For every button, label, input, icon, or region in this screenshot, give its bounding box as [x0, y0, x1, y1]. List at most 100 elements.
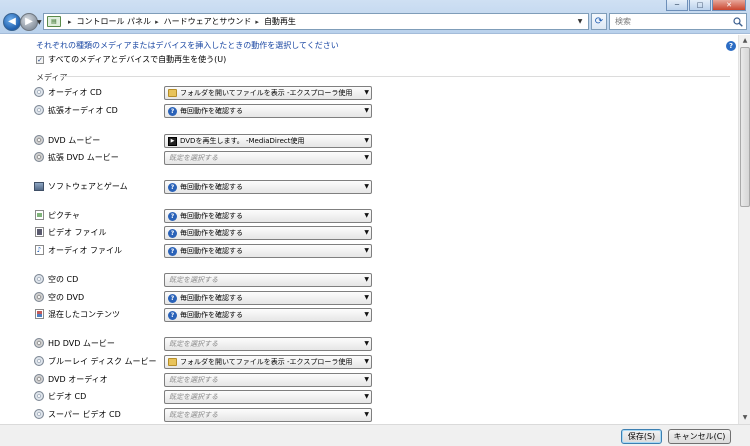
chevron-down-icon[interactable]: ▼: [364, 135, 369, 147]
breadcrumb-separator-icon[interactable]: ▸: [68, 18, 72, 26]
media-label-text: ピクチャ: [48, 210, 80, 220]
ask-every-time-icon: ?: [168, 293, 177, 303]
media-label-enhanced-audio-cd: 拡張オーディオ CD: [34, 104, 118, 116]
scroll-up-icon[interactable]: ▲: [739, 35, 750, 47]
action-dropdown-audio-cd[interactable]: フォルダを開いてファイルを表示 -エクスプローラ使用 ▼: [164, 86, 372, 100]
ask-every-time-icon: ?: [168, 310, 177, 320]
media-label-blank-cd: 空の CD: [34, 273, 78, 285]
action-dropdown-dvd-movie[interactable]: ▶ DVDを再生します。 -MediaDirect使用 ▼: [164, 134, 372, 148]
minimize-button[interactable]: ─: [666, 0, 688, 11]
media-label-bluray-movie: ブルーレイ ディスク ムービー: [34, 355, 157, 367]
dropdown-value: 既定を選択する: [169, 154, 218, 162]
chevron-down-icon[interactable]: ▼: [364, 227, 369, 239]
folder-icon: [168, 358, 177, 367]
use-autoplay-all-checkbox[interactable]: ✓ すべてのメディアとデバイスで自動再生を使う(U): [36, 54, 226, 65]
media-label-blank-dvd: 空の DVD: [34, 291, 84, 303]
action-dropdown-software-games[interactable]: ? 毎回動作を確認する ▼: [164, 180, 372, 194]
chevron-down-icon[interactable]: ▼: [364, 309, 369, 321]
navigation-bar: ─ □ ✕ ◀ ▶ ▼ ▤ ▸ コントロール パネル ▸ ハードウェアとサウンド…: [0, 0, 750, 34]
chevron-down-icon[interactable]: ▼: [364, 245, 369, 257]
help-icon[interactable]: ?: [726, 41, 736, 51]
ask-every-time-icon: ?: [168, 246, 177, 256]
cancel-button[interactable]: キャンセル(C): [668, 429, 731, 444]
dropdown-value: 既定を選択する: [169, 411, 218, 419]
breadcrumb-item-autoplay[interactable]: 自動再生: [264, 16, 296, 27]
chevron-down-icon[interactable]: ▼: [364, 356, 369, 368]
address-bar[interactable]: ▤ ▸ コントロール パネル ▸ ハードウェアとサウンド ▸ 自動再生 ▼: [43, 13, 589, 30]
media-label-text: 拡張 DVD ムービー: [48, 152, 119, 162]
forward-button[interactable]: ▶: [20, 13, 38, 31]
back-button[interactable]: ◀: [3, 13, 21, 31]
search-icon[interactable]: [733, 17, 743, 27]
dropdown-value: 毎回動作を確認する: [180, 311, 243, 319]
arrow-left-icon: ◀: [8, 16, 16, 27]
dropdown-value: 毎回動作を確認する: [180, 212, 243, 220]
breadcrumb-separator-icon[interactable]: ▸: [255, 18, 259, 26]
chevron-down-icon[interactable]: ▼: [364, 87, 369, 99]
chevron-down-icon[interactable]: ▼: [364, 274, 369, 286]
chevron-down-icon[interactable]: ▼: [364, 338, 369, 350]
scroll-thumb[interactable]: [740, 47, 750, 207]
media-label-text: ビデオ ファイル: [48, 227, 107, 237]
action-dropdown-pictures[interactable]: ? 毎回動作を確認する ▼: [164, 209, 372, 223]
vertical-scrollbar[interactable]: ▲ ▼: [738, 35, 750, 424]
action-dropdown-mixed-content[interactable]: ? 毎回動作を確認する ▼: [164, 308, 372, 322]
dropdown-value: 既定を選択する: [169, 340, 218, 348]
audio-file-icon: ♪: [34, 245, 44, 255]
media-label-audio-cd: オーディオ CD: [34, 86, 102, 98]
media-label-pictures: ピクチャ: [34, 209, 80, 221]
action-dropdown-enhanced-audio-cd[interactable]: ? 毎回動作を確認する ▼: [164, 104, 372, 118]
action-dropdown-audio-files[interactable]: ? 毎回動作を確認する ▼: [164, 244, 372, 258]
chevron-down-icon[interactable]: ▼: [364, 210, 369, 222]
dvd-icon: [34, 292, 44, 302]
disc-icon: [34, 356, 44, 366]
action-dropdown-video-files[interactable]: ? 毎回動作を確認する ▼: [164, 226, 372, 240]
recent-pages-dropdown[interactable]: ▼: [37, 19, 42, 26]
action-dropdown-enhanced-dvd-movie[interactable]: 既定を選択する ▼: [164, 151, 372, 165]
dvd-icon: [34, 374, 44, 384]
chevron-down-icon[interactable]: ▼: [364, 181, 369, 193]
maximize-button[interactable]: □: [689, 0, 711, 11]
chevron-down-icon[interactable]: ▼: [364, 391, 369, 403]
action-dropdown-super-video-cd[interactable]: 既定を選択する ▼: [164, 408, 372, 422]
chevron-down-icon[interactable]: ▼: [364, 409, 369, 421]
dialog-footer: 保存(S) キャンセル(C): [0, 424, 750, 446]
action-dropdown-blank-dvd[interactable]: ? 毎回動作を確認する ▼: [164, 291, 372, 305]
refresh-icon: ⟳: [594, 16, 604, 27]
disc-icon: [34, 409, 44, 419]
breadcrumb-item-hardware-sound[interactable]: ハードウェアとサウンド: [164, 16, 252, 27]
media-label-audio-files: ♪ オーディオ ファイル: [34, 244, 122, 256]
chevron-down-icon[interactable]: ▼: [572, 14, 588, 29]
media-label-mixed-content: 混在したコンテンツ: [34, 308, 120, 320]
action-dropdown-video-cd[interactable]: 既定を選択する ▼: [164, 390, 372, 404]
breadcrumb-separator-icon[interactable]: ▸: [155, 18, 159, 26]
save-button[interactable]: 保存(S): [621, 429, 662, 444]
refresh-button[interactable]: ⟳: [591, 13, 607, 30]
dropdown-value: 毎回動作を確認する: [180, 247, 243, 255]
breadcrumb-item-control-panel[interactable]: コントロール パネル: [77, 16, 152, 27]
action-dropdown-dvd-audio[interactable]: 既定を選択する ▼: [164, 373, 372, 387]
window-controls: ─ □ ✕: [666, 0, 746, 11]
chevron-down-icon[interactable]: ▼: [364, 152, 369, 164]
ask-every-time-icon: ?: [168, 211, 177, 221]
action-dropdown-bluray-movie[interactable]: フォルダを開いてファイルを表示 -エクスプローラ使用 ▼: [164, 355, 372, 369]
media-label-text: 空の CD: [48, 274, 79, 284]
media-label-dvd-audio: DVD オーディオ: [34, 373, 108, 385]
chevron-down-icon[interactable]: ▼: [364, 105, 369, 117]
action-dropdown-blank-cd[interactable]: 既定を選択する ▼: [164, 273, 372, 287]
scroll-down-icon[interactable]: ▼: [739, 412, 750, 424]
dvd-icon: [34, 135, 44, 145]
dropdown-value: DVDを再生します。 -MediaDirect使用: [180, 137, 305, 145]
media-label-text: DVD オーディオ: [48, 374, 108, 384]
chevron-down-icon[interactable]: ▼: [364, 374, 369, 386]
media-label-text: ビデオ CD: [48, 391, 87, 401]
media-label-dvd-movie: DVD ムービー: [34, 134, 100, 146]
checkbox-checked-icon[interactable]: ✓: [36, 55, 44, 64]
media-label-text: スーパー ビデオ CD: [48, 409, 121, 419]
search-input[interactable]: 検索: [609, 13, 747, 30]
action-dropdown-hd-dvd-movie[interactable]: 既定を選択する ▼: [164, 337, 372, 351]
close-button[interactable]: ✕: [712, 0, 746, 11]
dropdown-value: フォルダを開いてファイルを表示 -エクスプローラ使用: [180, 358, 353, 366]
chevron-down-icon[interactable]: ▼: [364, 292, 369, 304]
arrow-right-icon: ▶: [25, 16, 33, 27]
